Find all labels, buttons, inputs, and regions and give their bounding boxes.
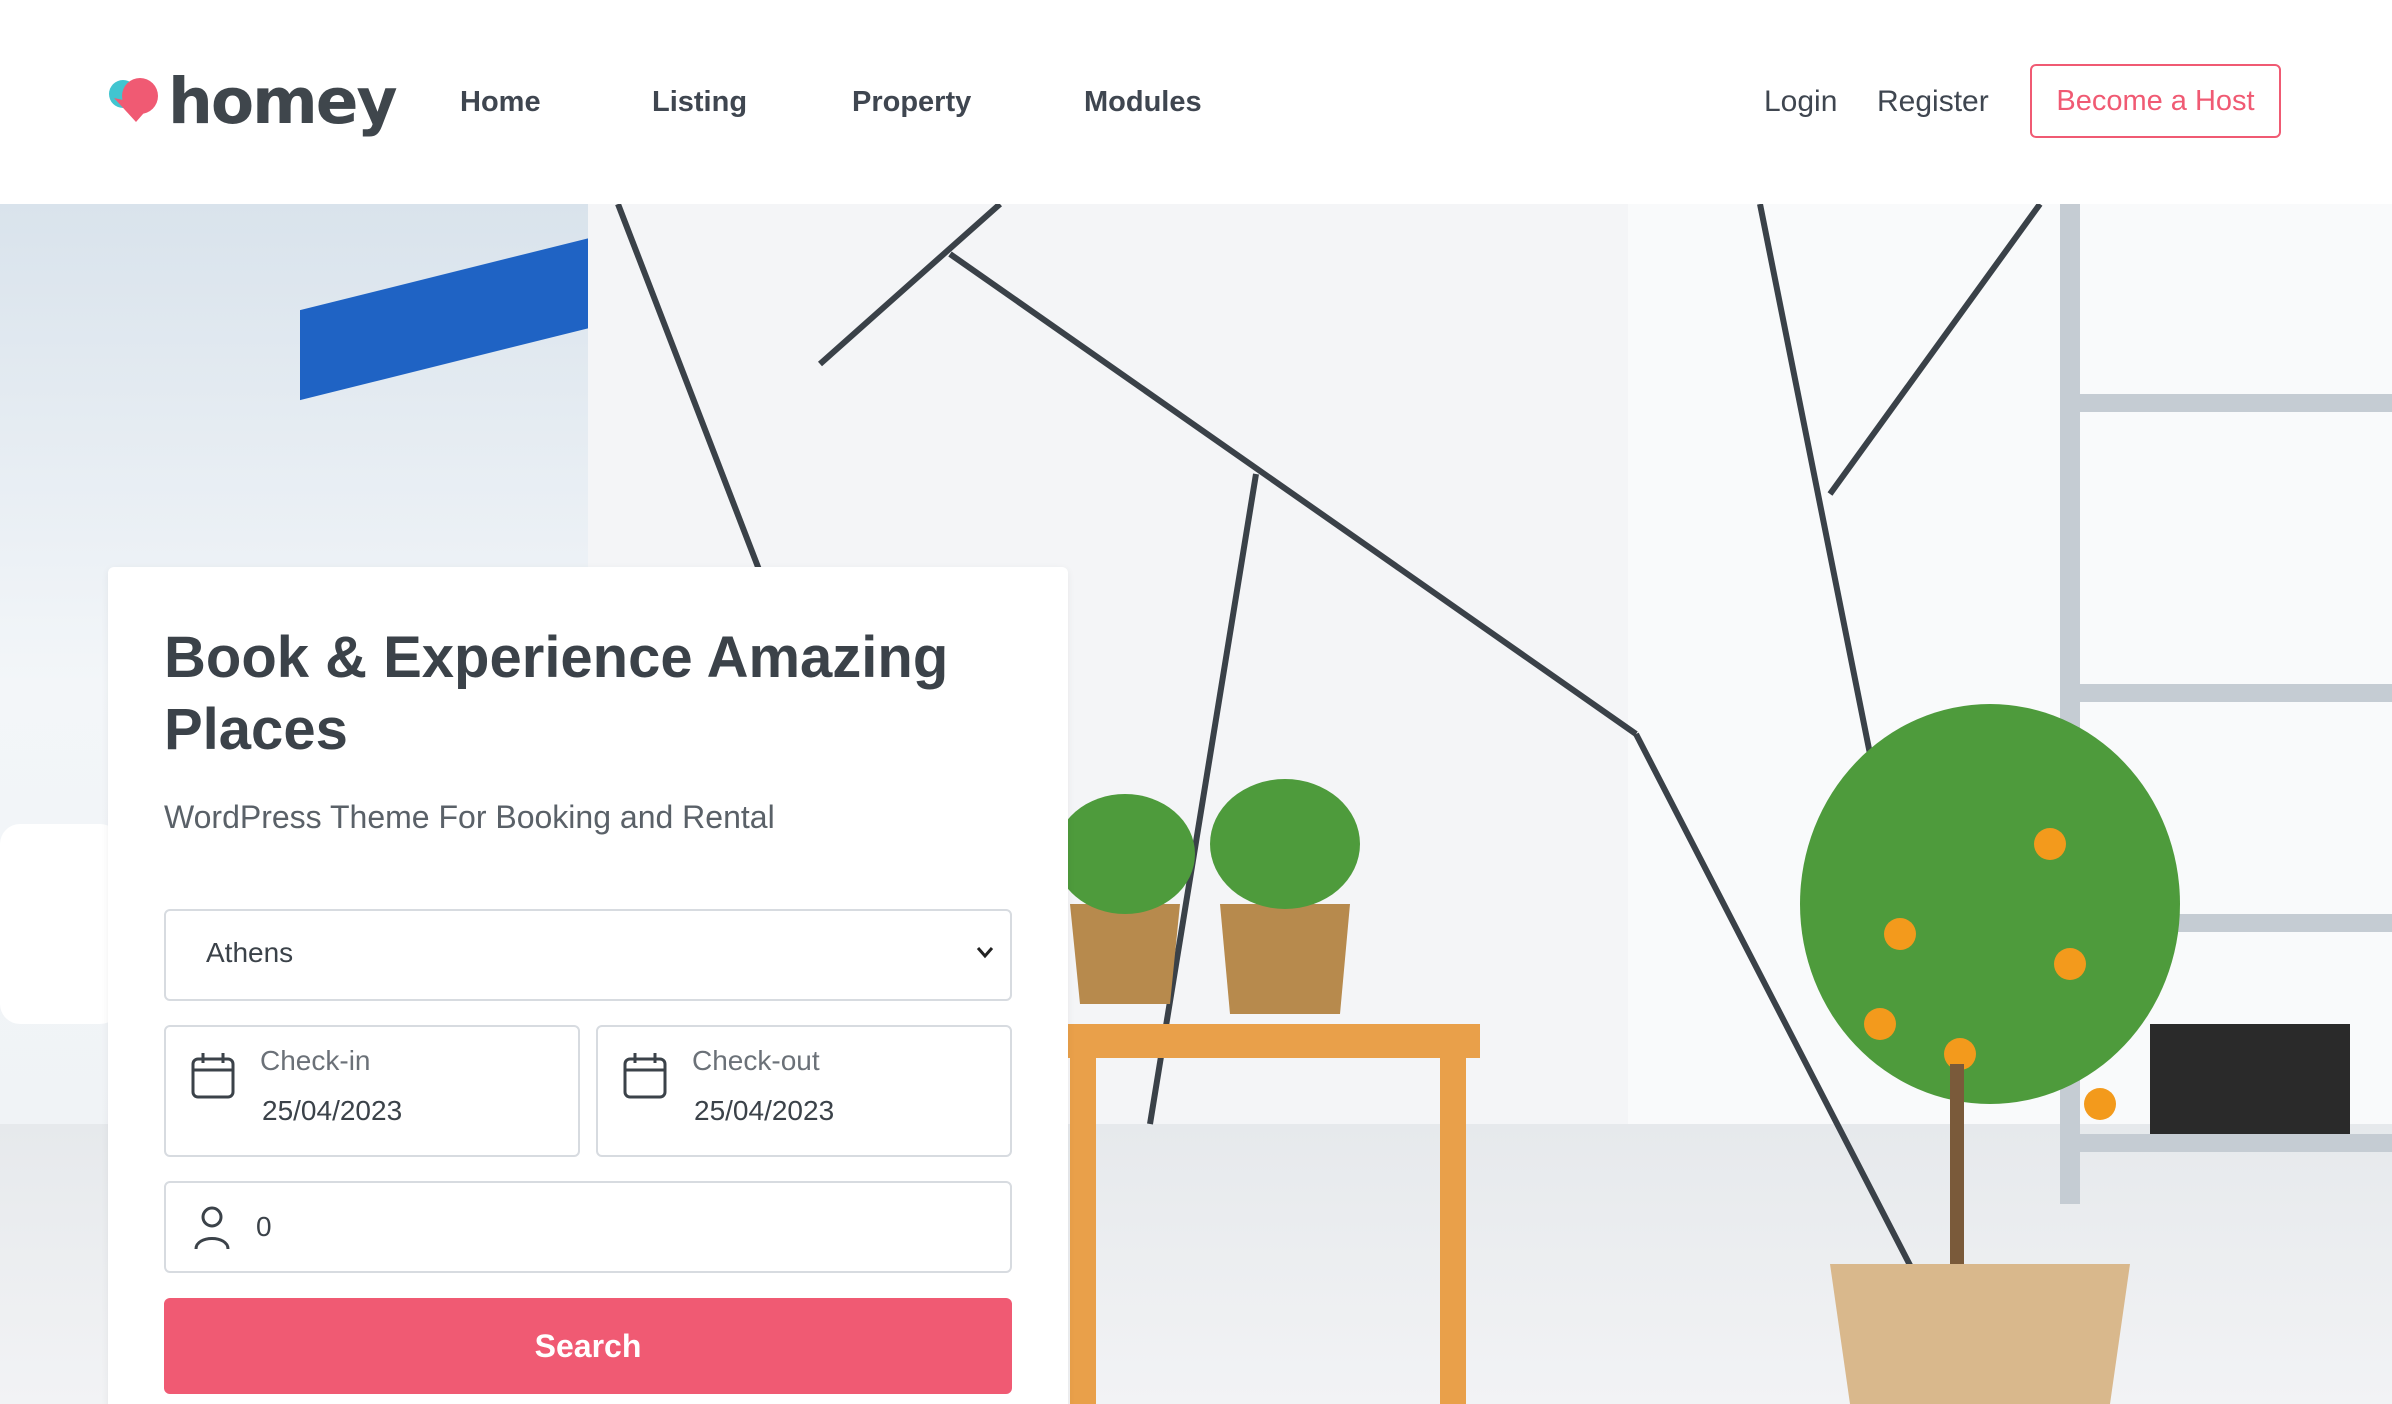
heart-logo-icon <box>109 78 158 122</box>
login-link[interactable]: Login <box>1764 80 1837 124</box>
search-button[interactable]: Search <box>164 1298 1012 1394</box>
calendar-icon <box>191 1053 235 1099</box>
hero-background: Book & Experience Amazing Places WordPre… <box>0 204 2392 1404</box>
page-title: Book & Experience Amazing Places <box>164 625 949 762</box>
nav-listing[interactable]: Listing <box>652 80 747 124</box>
nav-property[interactable]: Property <box>852 80 971 124</box>
nav-home[interactable]: Home <box>460 80 541 124</box>
checkin-label: Check-in <box>260 1045 371 1076</box>
nav-modules[interactable]: Modules <box>1084 80 1202 124</box>
checkout-value: 25/04/2023 <box>694 1095 835 1126</box>
checkout-label: Check-out <box>692 1045 820 1076</box>
logo[interactable]: homey <box>106 64 398 138</box>
guests-field[interactable]: 0 <box>164 1181 1012 1273</box>
city-select-value: Athens <box>206 937 294 968</box>
calendar-icon <box>623 1053 667 1099</box>
page-subtitle: WordPress Theme For Booking and Rental <box>164 799 775 835</box>
guests-value: 0 <box>256 1211 272 1242</box>
logo-wordmark: homey <box>168 64 398 138</box>
become-host-button[interactable]: Become a Host <box>2030 64 2281 138</box>
chevron-down-icon <box>976 947 994 959</box>
checkin-field[interactable]: Check-in 25/04/2023 <box>164 1025 580 1157</box>
checkin-value: 25/04/2023 <box>262 1095 403 1126</box>
header: homey Home Listing Property Modules Logi… <box>0 0 2392 204</box>
register-link[interactable]: Register <box>1877 80 1989 124</box>
user-icon <box>194 1206 230 1250</box>
city-select[interactable]: Athens <box>164 909 1012 1001</box>
search-card: Book & Experience Amazing Places WordPre… <box>108 567 1068 1404</box>
checkout-field[interactable]: Check-out 25/04/2023 <box>596 1025 1012 1157</box>
